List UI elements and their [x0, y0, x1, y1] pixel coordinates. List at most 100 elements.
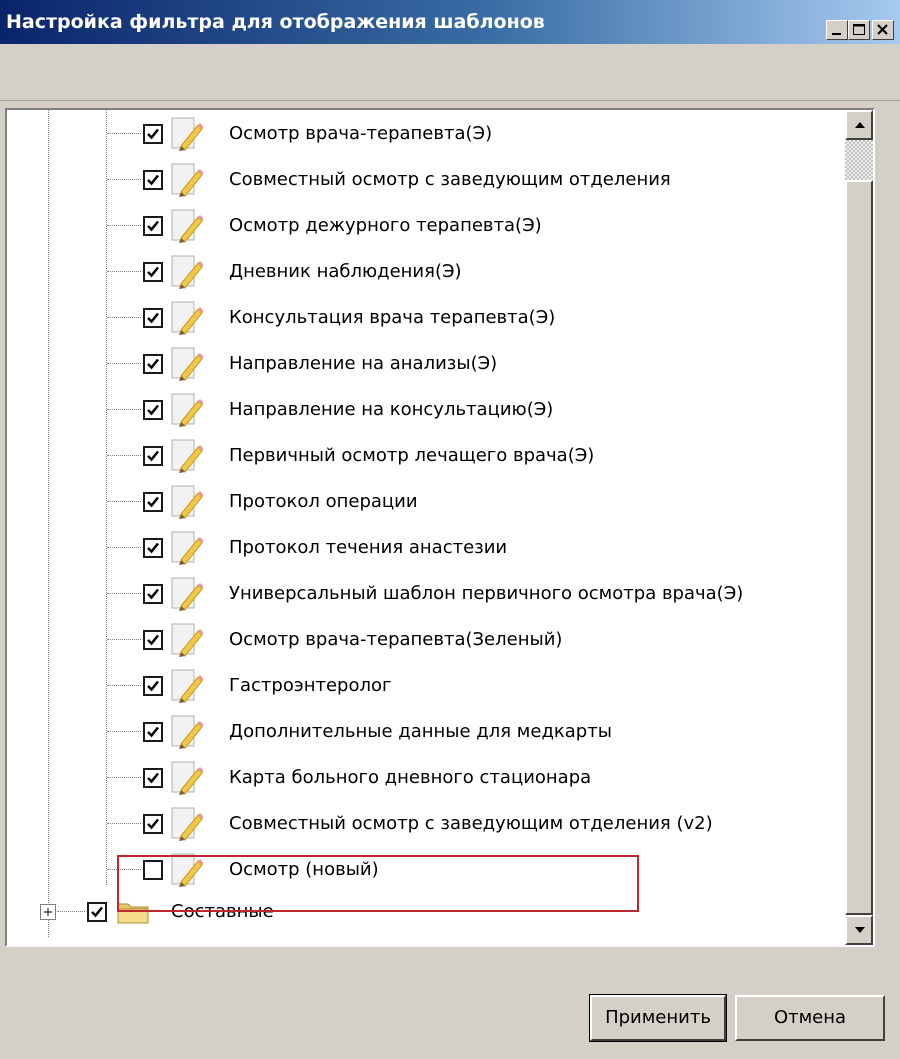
tree-item[interactable]: Осмотр дежурного терапевта(Э)	[7, 206, 845, 246]
tree-item[interactable]: Первичный осмотр лечащего врача(Э)	[7, 436, 845, 476]
check-icon	[147, 634, 159, 646]
item-checkbox[interactable]	[143, 768, 163, 788]
toolbar	[0, 48, 900, 142]
tree-item[interactable]: Совместный осмотр с заведующим отделения…	[7, 804, 845, 844]
folder-checkbox[interactable]	[87, 902, 107, 922]
minimize-button[interactable]	[826, 20, 848, 40]
window-title: Настройка фильтра для отображения шаблон…	[6, 11, 545, 33]
tree-item-label: Гастроэнтеролог	[229, 675, 392, 696]
template-document-icon	[171, 439, 203, 473]
item-checkbox[interactable]	[143, 814, 163, 834]
item-checkbox[interactable]	[143, 308, 163, 328]
check-icon	[147, 818, 159, 830]
tree-item-label: Направление на консультацию(Э)	[229, 399, 554, 420]
check-icon	[147, 128, 159, 140]
tree-item-label: Консультация врача терапевта(Э)	[229, 307, 556, 328]
check-icon	[147, 588, 159, 600]
close-button[interactable]	[872, 20, 894, 40]
check-icon	[147, 404, 159, 416]
template-document-icon	[171, 117, 203, 151]
item-checkbox[interactable]	[143, 860, 163, 880]
scroll-thumb[interactable]	[845, 180, 873, 915]
check-icon	[147, 358, 159, 370]
item-checkbox[interactable]	[143, 676, 163, 696]
tree-item[interactable]: Дополнительные данные для медкарты	[7, 712, 845, 752]
item-checkbox[interactable]	[143, 400, 163, 420]
tree-item-label: Осмотр (новый)	[229, 859, 379, 880]
tree-item-label: Протокол операции	[229, 491, 418, 512]
tree-item[interactable]: Протокол течения анастезии	[7, 528, 845, 568]
template-document-icon	[171, 163, 203, 197]
tree-item[interactable]: Осмотр врача-терапевта(Э)	[7, 114, 845, 154]
template-document-icon	[171, 393, 203, 427]
apply-button[interactable]: Применить	[589, 994, 727, 1042]
tree-item-label: Осмотр дежурного терапевта(Э)	[229, 215, 542, 236]
template-document-icon	[171, 531, 203, 565]
tree-connector	[57, 911, 85, 912]
check-icon	[147, 726, 159, 738]
tree-item[interactable]: Направление на анализы(Э)	[7, 344, 845, 384]
check-icon	[147, 266, 159, 278]
tree-connector	[107, 547, 141, 548]
item-checkbox[interactable]	[143, 262, 163, 282]
tree-item-label: Совместный осмотр с заведующим отделения	[229, 169, 671, 190]
tree-item[interactable]: Осмотр врача-терапевта(Зеленый)	[7, 620, 845, 660]
arrow-down-icon	[855, 927, 865, 933]
templates-tree[interactable]: Осмотр врача-терапевта(Э) Совместный осм…	[5, 108, 875, 947]
item-checkbox[interactable]	[143, 492, 163, 512]
tree-item-label: Осмотр врача-терапевта(Зеленый)	[229, 629, 563, 650]
maximize-icon	[853, 24, 865, 35]
tree-item-label: Дополнительные данные для медкарты	[229, 721, 612, 742]
check-icon	[147, 312, 159, 324]
template-document-icon	[171, 255, 203, 289]
template-document-icon	[171, 485, 203, 519]
tree-item[interactable]: Карта больного дневного стационара	[7, 758, 845, 798]
folder-icon-wrapper	[117, 900, 149, 928]
tree-item-label: Дневник наблюдения(Э)	[229, 261, 462, 282]
tree-connector	[107, 501, 141, 502]
item-checkbox[interactable]	[143, 630, 163, 650]
tree-item-label: Направление на анализы(Э)	[229, 353, 498, 374]
tree-item[interactable]: Направление на консультацию(Э)	[7, 390, 845, 430]
expand-toggle[interactable]	[40, 904, 56, 920]
item-checkbox[interactable]	[143, 722, 163, 742]
template-document-icon	[171, 669, 203, 703]
item-checkbox[interactable]	[143, 538, 163, 558]
item-checkbox[interactable]	[143, 170, 163, 190]
tree-item-label: Совместный осмотр с заведующим отделения…	[229, 813, 713, 834]
tree-connector	[107, 731, 141, 732]
tree-item[interactable]: Гастроэнтеролог	[7, 666, 845, 706]
template-document-icon	[171, 623, 203, 657]
tree-content: Осмотр врача-терапевта(Э) Совместный осм…	[7, 110, 845, 945]
title-bar[interactable]: Настройка фильтра для отображения шаблон…	[0, 0, 900, 44]
item-checkbox[interactable]	[143, 124, 163, 144]
item-checkbox[interactable]	[143, 354, 163, 374]
maximize-button[interactable]	[848, 20, 870, 40]
template-document-icon	[171, 347, 203, 381]
tree-folder-item[interactable]: Составные	[7, 892, 845, 932]
item-checkbox[interactable]	[143, 446, 163, 466]
tree-connector	[107, 777, 141, 778]
scroll-down-button[interactable]	[845, 915, 873, 945]
tree-item[interactable]: Универсальный шаблон первичного осмотра …	[7, 574, 845, 614]
tree-item[interactable]: Совместный осмотр с заведующим отделения	[7, 160, 845, 200]
tree-item[interactable]: Консультация врача терапевта(Э)	[7, 298, 845, 338]
tree-connector	[107, 685, 141, 686]
cancel-button[interactable]: Отмена	[735, 995, 885, 1041]
tree-connector	[107, 639, 141, 640]
folder-icon	[117, 903, 149, 924]
check-icon	[147, 680, 159, 692]
check-icon	[147, 174, 159, 186]
check-icon	[147, 772, 159, 784]
template-document-icon	[171, 577, 203, 611]
filter-settings-window: Настройка фильтра для отображения шаблон…	[0, 0, 900, 1059]
vertical-scrollbar[interactable]	[845, 110, 873, 945]
tree-item[interactable]: Дневник наблюдения(Э)	[7, 252, 845, 292]
scroll-up-button[interactable]	[845, 110, 873, 140]
tree-connector	[107, 225, 141, 226]
tree-item[interactable]: Протокол операции	[7, 482, 845, 522]
item-checkbox[interactable]	[143, 216, 163, 236]
tree-item[interactable]: Осмотр (новый)	[7, 850, 845, 890]
item-checkbox[interactable]	[143, 584, 163, 604]
tree-item-label: Карта больного дневного стационара	[229, 767, 592, 788]
